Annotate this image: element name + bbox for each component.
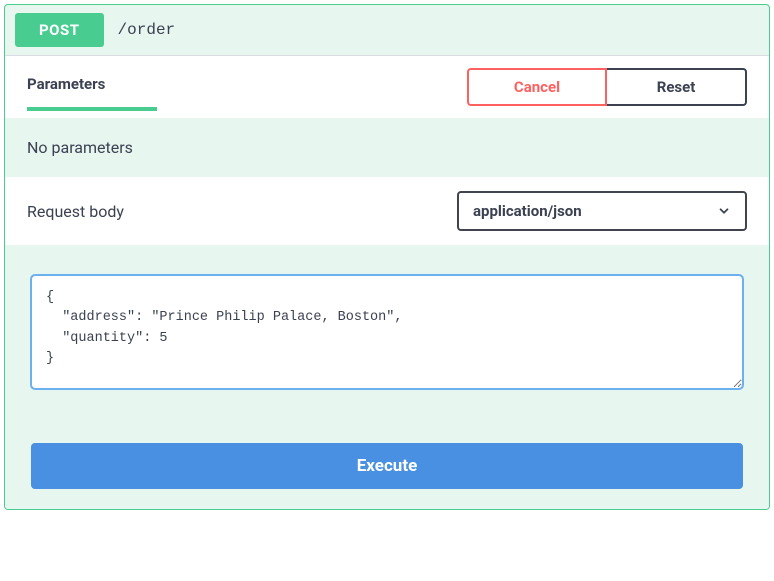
reset-button[interactable]: Reset (607, 68, 747, 106)
tab-actions: Cancel Reset (467, 68, 747, 106)
parameters-tab-bar: Parameters Cancel Reset (5, 55, 769, 118)
execute-button[interactable]: Execute (31, 443, 743, 489)
api-operation-panel: POST /order Parameters Cancel Reset No p… (4, 4, 770, 510)
http-method-badge: POST (15, 13, 104, 47)
content-type-select[interactable]: application/json (457, 191, 747, 231)
endpoint-path: /order (118, 21, 176, 39)
execute-section: Execute (5, 403, 769, 509)
no-parameters-row: No parameters (5, 118, 769, 177)
request-body-textarea[interactable] (31, 275, 743, 389)
request-body-label: Request body (27, 202, 124, 221)
tab-parameters[interactable]: Parameters (27, 75, 157, 111)
chevron-down-icon (717, 204, 731, 218)
operation-header[interactable]: POST /order (5, 5, 769, 55)
cancel-button[interactable]: Cancel (467, 68, 607, 106)
body-editor-section (5, 245, 769, 403)
content-type-value: application/json (473, 202, 582, 220)
request-body-header: Request body application/json (5, 177, 769, 245)
